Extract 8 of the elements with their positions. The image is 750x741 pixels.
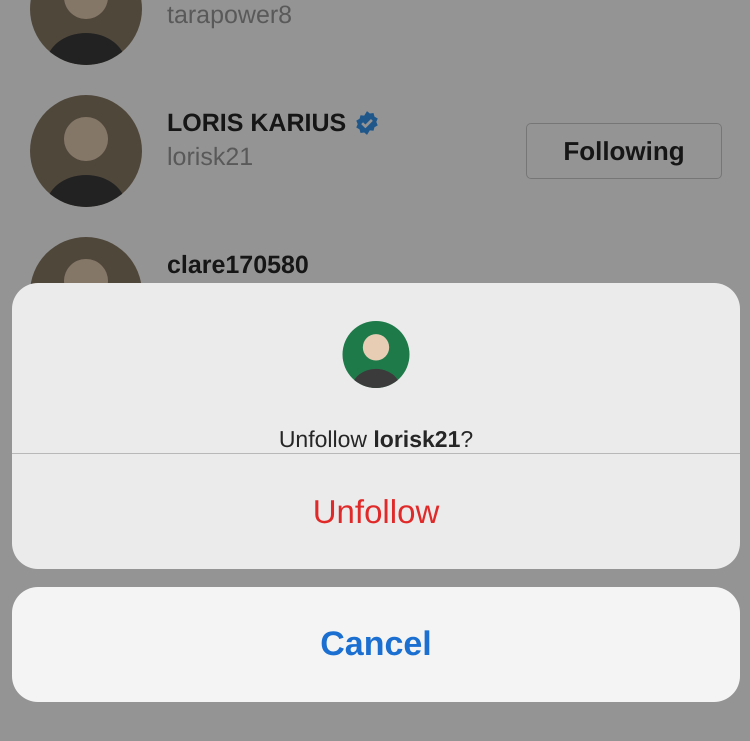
unfollow-button[interactable]: Unfollow bbox=[12, 454, 740, 569]
cancel-button[interactable]: Cancel bbox=[12, 587, 740, 702]
username: tarapower8 bbox=[167, 1, 294, 31]
profile-name: clare170580 bbox=[167, 250, 309, 280]
profile-name: LORIS KARIUS bbox=[167, 108, 346, 138]
unfollow-prompt: Unfollow lorisk21? bbox=[278, 426, 474, 453]
username: lorisk21 bbox=[167, 143, 254, 173]
following-button[interactable]: Following bbox=[526, 123, 722, 179]
